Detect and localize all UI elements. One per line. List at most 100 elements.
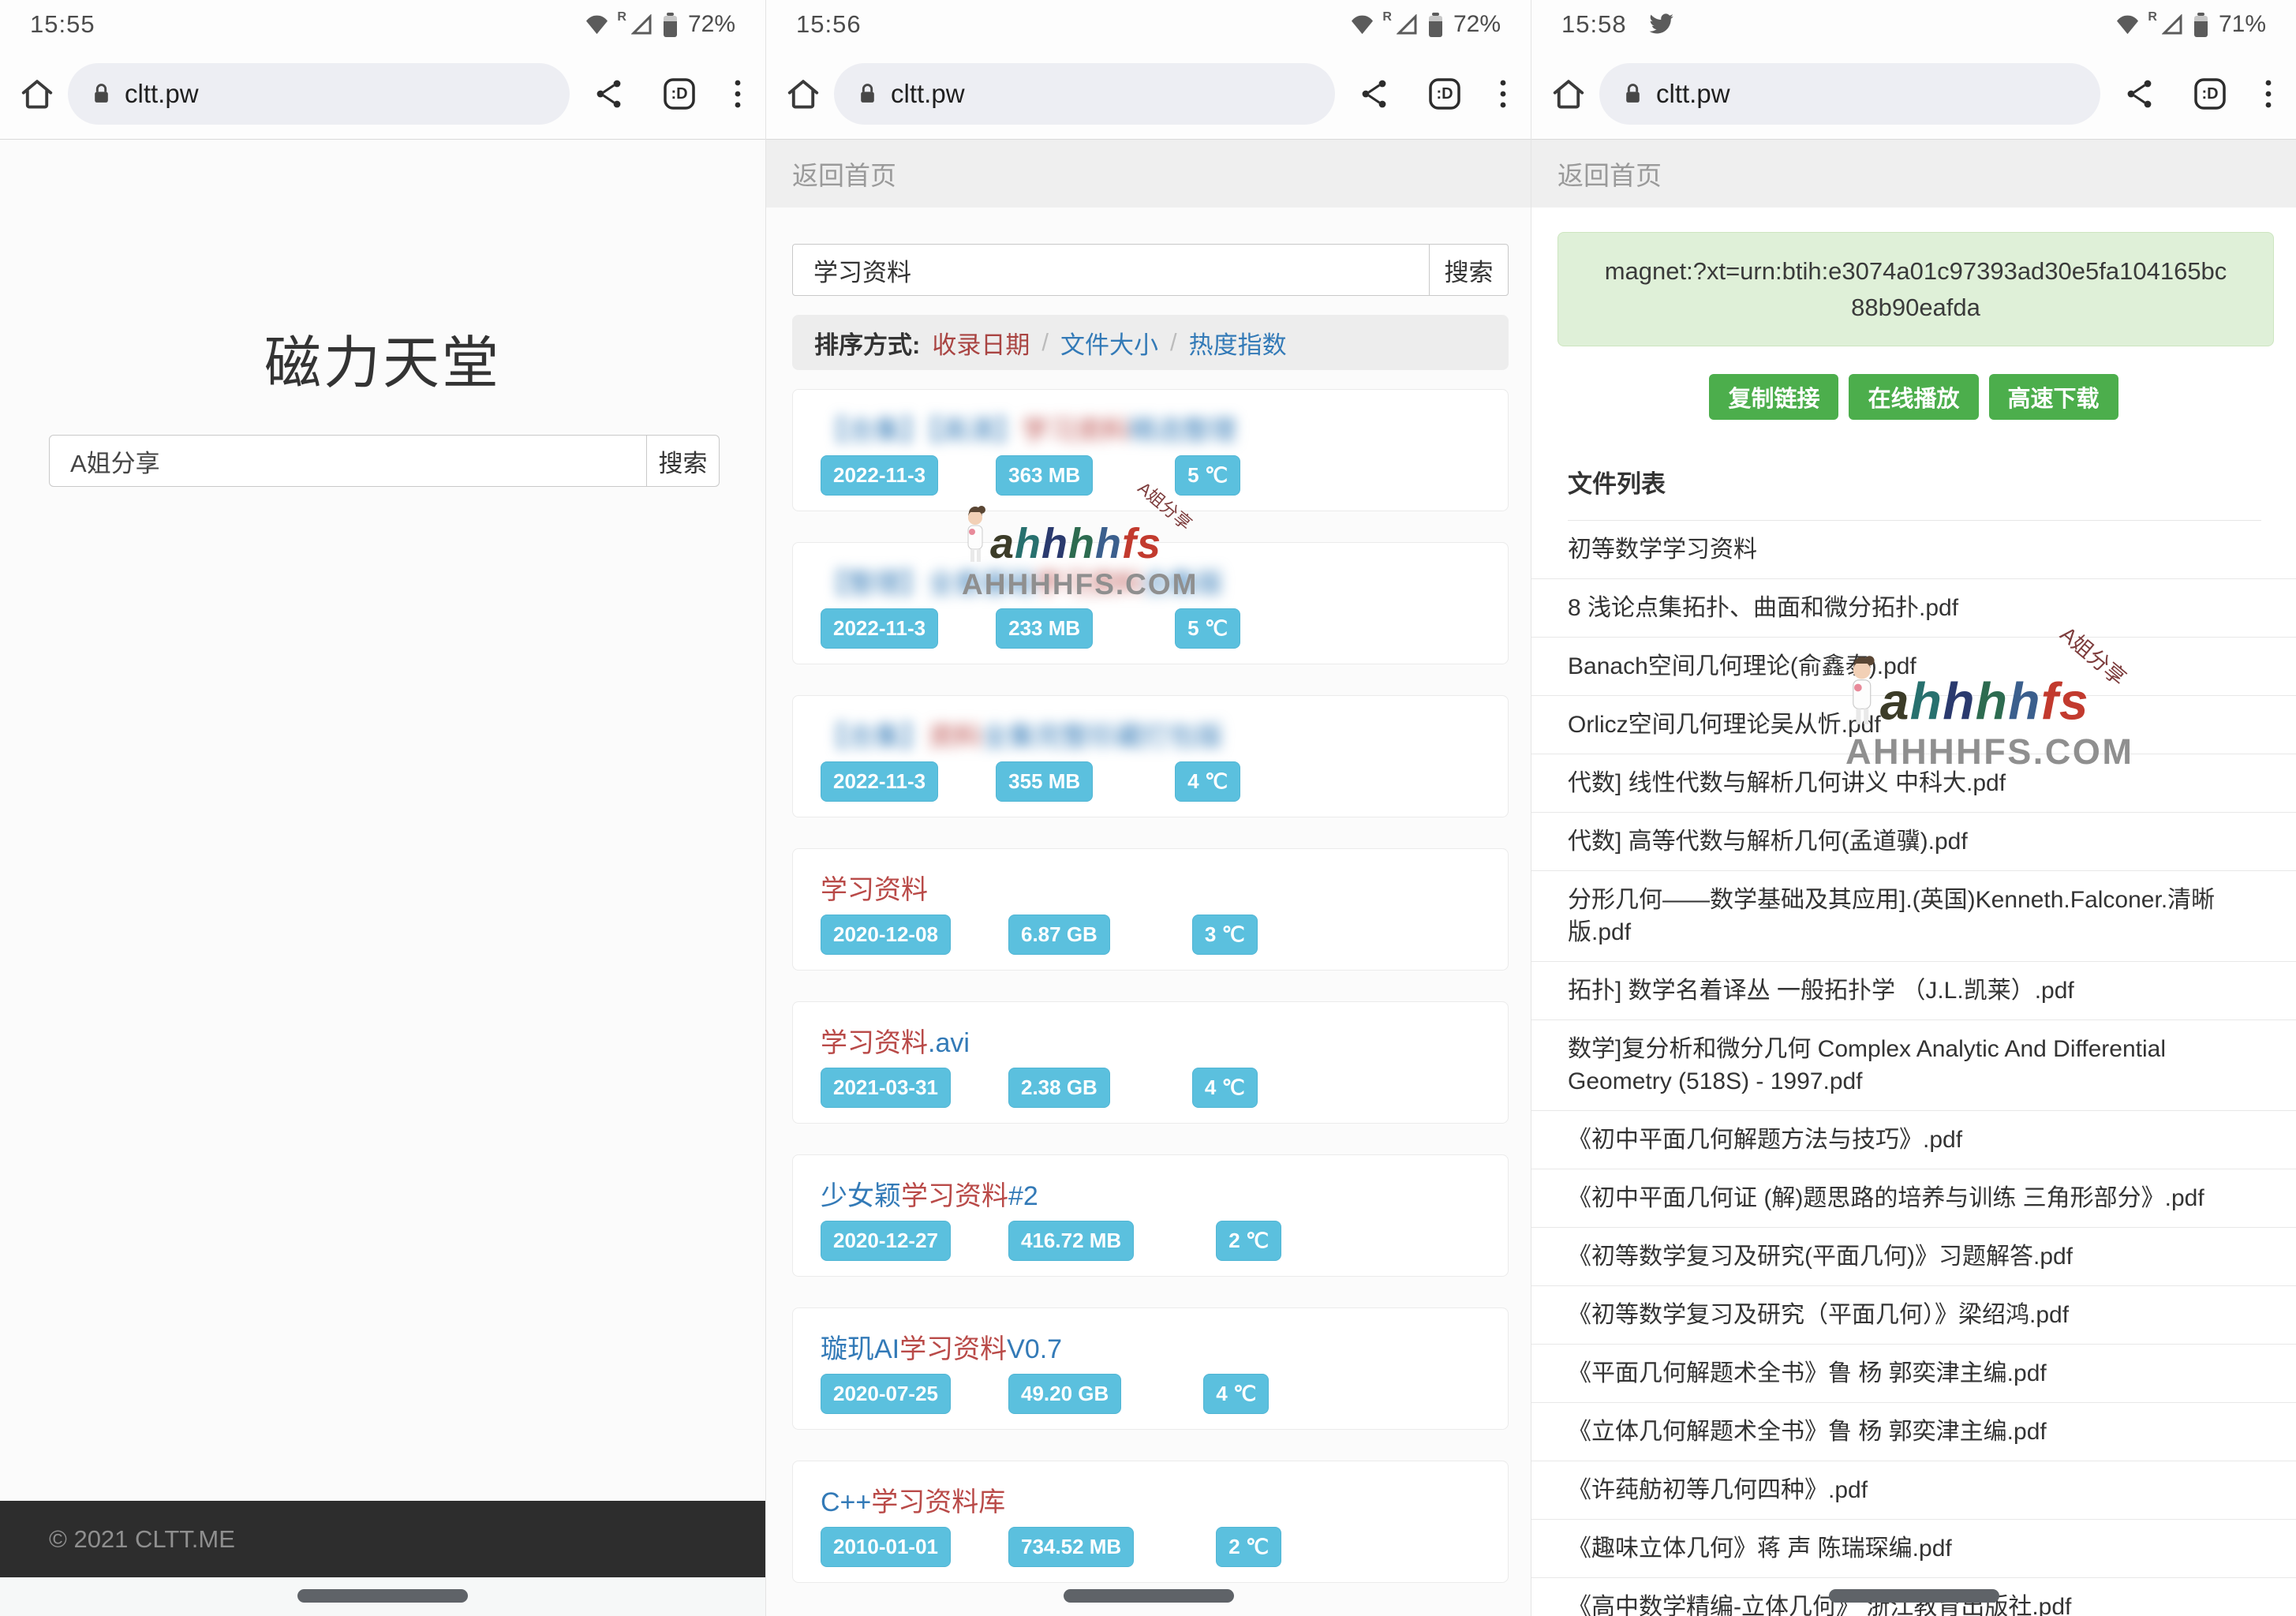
share-icon[interactable] [2124,78,2156,110]
address-bar[interactable]: cltt.pw [68,63,570,125]
triple-screenshot: 15:55 R 72% cltt.pw :D 磁力天堂 [0,0,2296,1616]
home-icon[interactable] [785,76,821,112]
sort-option-2[interactable]: 文件大小 [1060,325,1158,361]
result-title-link[interactable]: 少女颖学习资料#2 [821,1174,1492,1213]
site-logo: 磁力天堂 [0,326,765,402]
roaming-r-icon: R [2148,10,2157,24]
heat-badge: 4 ℃ [1175,761,1240,802]
date-badge: 2022-11-3 [821,608,938,649]
battery-percent: 72% [1453,11,1501,38]
phone-panel-results: 15:56 R 72% cltt.pw :D 返回首页 [765,0,1531,1616]
file-row: 《初中平面几何解题方法与技巧》.pdf [1531,1111,2296,1169]
sort-option-1[interactable]: 收录日期 [932,325,1030,361]
menu-icon[interactable] [1499,78,1507,110]
status-bar: 15:58 R 71% [1531,0,2296,49]
result-badges: 2022-11-3355 MB4 ℃ [821,761,1240,802]
phone-panel-home: 15:55 R 72% cltt.pw :D 磁力天堂 [0,0,765,1616]
result-card: 学习资料.avi 2021-03-312.38 GB4 ℃ [792,1001,1509,1124]
watermark: ahhhhfs A姐分享 AHHHHFS.COM [1845,655,2153,772]
fast-download-button[interactable]: 高速下载 [1989,374,2118,420]
result-card: 璇玑AI学习资料V0.72020-07-2549.20 GB4 ℃ [792,1307,1509,1430]
browser-toolbar: cltt.pw :D [766,49,1531,140]
sort-option-3[interactable]: 热度指数 [1189,325,1287,361]
watermark-domain: AHHHHFS.COM [1845,732,2153,772]
address-bar[interactable]: cltt.pw [834,63,1335,125]
file-row: 代数] 高等代数与解析几何(孟道骥).pdf [1531,813,2296,871]
magnet-link-box: magnet:?xt=urn:btih:e3074a01c97393ad30e5… [1557,232,2274,346]
share-icon[interactable] [593,78,625,110]
cell-signal-icon [1397,14,1418,36]
wifi-icon [1350,14,1374,36]
gesture-pill[interactable] [1064,1589,1234,1603]
lock-icon [858,83,877,105]
menu-icon[interactable] [734,78,742,110]
file-row: 数学]复分析和微分几何 Complex Analytic And Differe… [1531,1020,2296,1111]
heat-badge: 2 ℃ [1216,1221,1281,1261]
file-row: 《立体几何解题术全书》鲁 杨 郭奕津主编.pdf [1531,1403,2296,1461]
result-badges: 2021-03-312.38 GB4 ℃ [821,1068,1258,1108]
site-footer: © 2021 CLTT.ME [0,1501,765,1577]
cell-signal-icon [631,14,653,36]
tab-switcher-icon[interactable]: :D [663,77,696,110]
address-bar[interactable]: cltt.pw [1599,63,2100,125]
sort-bar: 排序方式: 收录日期/文件大小/热度指数 [792,315,1509,370]
size-badge: 363 MB [996,455,1093,496]
browser-toolbar: cltt.pw :D [0,49,765,140]
sort-separator: / [1041,328,1049,357]
heat-badge: 4 ℃ [1192,1068,1258,1108]
result-badges: 2022-11-3 233 MB 5 ℃ [821,608,1240,649]
watermark-logo-text: ahhhhfs [990,521,1161,567]
result-title-link[interactable]: 【合集】【高清】学习资料精选整理 [821,409,1492,447]
back-home-link[interactable]: 返回首页 [1531,140,2296,208]
result-card: C++学习资料库 2010-01-01 734.52 MB 2 ℃ [792,1461,1509,1583]
result-title-link[interactable]: 学习资料 [821,868,1492,907]
date-badge: 2020-07-25 [821,1374,951,1414]
sort-separator: / [1170,328,1177,357]
date-badge: 2022-11-3 [821,455,938,496]
watermark: ahhhhfs A姐分享 AHHHHFS.COM [962,505,1214,601]
back-home-link[interactable]: 返回首页 [766,140,1531,208]
file-row: 《初等数学复习及研究(平面几何)》习题解答.pdf [1531,1228,2296,1286]
clock: 15:56 [796,10,862,39]
file-row: 《许莼舫初等几何四种》.pdf [1531,1461,2296,1520]
clock: 15:55 [30,10,95,39]
result-title-link[interactable]: 璇玑AI学习资料V0.7 [821,1327,1492,1366]
menu-icon[interactable] [2264,78,2272,110]
tab-switcher-icon[interactable]: :D [1428,77,1461,110]
status-bar: 15:55 R 72% [0,0,765,49]
size-badge: 49.20 GB [1008,1374,1121,1414]
lock-icon [1623,83,1643,105]
file-row: 《初中平面几何证 (解)题思路的培养与训练 三角形部分》.pdf [1531,1169,2296,1228]
size-badge: 6.87 GB [1008,915,1110,955]
tab-switcher-icon[interactable]: :D [2193,77,2227,110]
file-row: 《趣味立体几何》蒋 声 陈瑞琛编.pdf [1531,1520,2296,1578]
copy-link-button[interactable]: 复制链接 [1709,374,1838,420]
battery-icon [1429,13,1442,37]
wifi-icon [585,14,609,36]
gesture-pill[interactable] [1829,1589,1999,1603]
search-input[interactable]: A姐分享 [49,435,647,487]
heat-badge: 2 ℃ [1216,1527,1281,1567]
search-button[interactable]: 搜索 [647,435,720,487]
battery-percent: 71% [2219,11,2266,38]
result-title-link[interactable]: 学习资料.avi [821,1021,1492,1060]
result-badges: 2020-12-086.87 GB3 ℃ [821,915,1258,955]
search-button[interactable]: 搜索 [1429,244,1509,296]
size-badge: 734.52 MB [1008,1527,1134,1567]
home-icon[interactable] [1550,76,1587,112]
result-title-link[interactable]: 【合集】资料全集完整珍藏打包版 [821,715,1492,754]
home-icon[interactable] [19,76,55,112]
date-badge: 2010-01-01 [821,1527,951,1567]
battery-icon [2194,13,2208,37]
search-input[interactable]: 学习资料 [792,244,1430,296]
gesture-pill[interactable] [297,1589,468,1603]
online-play-button[interactable]: 在线播放 [1849,374,1978,420]
size-badge: 233 MB [996,608,1093,649]
file-row: 《平面几何解题术全书》鲁 杨 郭奕津主编.pdf [1531,1345,2296,1403]
heat-badge: 5 ℃ [1175,608,1240,649]
url-text: cltt.pw [891,79,965,109]
share-icon[interactable] [1359,78,1390,110]
result-badges: 2010-01-01 734.52 MB 2 ℃ [821,1527,1281,1567]
action-buttons: 复制链接在线播放高速下载 [1531,374,2296,420]
result-title-link[interactable]: C++学习资料库 [821,1480,1492,1519]
